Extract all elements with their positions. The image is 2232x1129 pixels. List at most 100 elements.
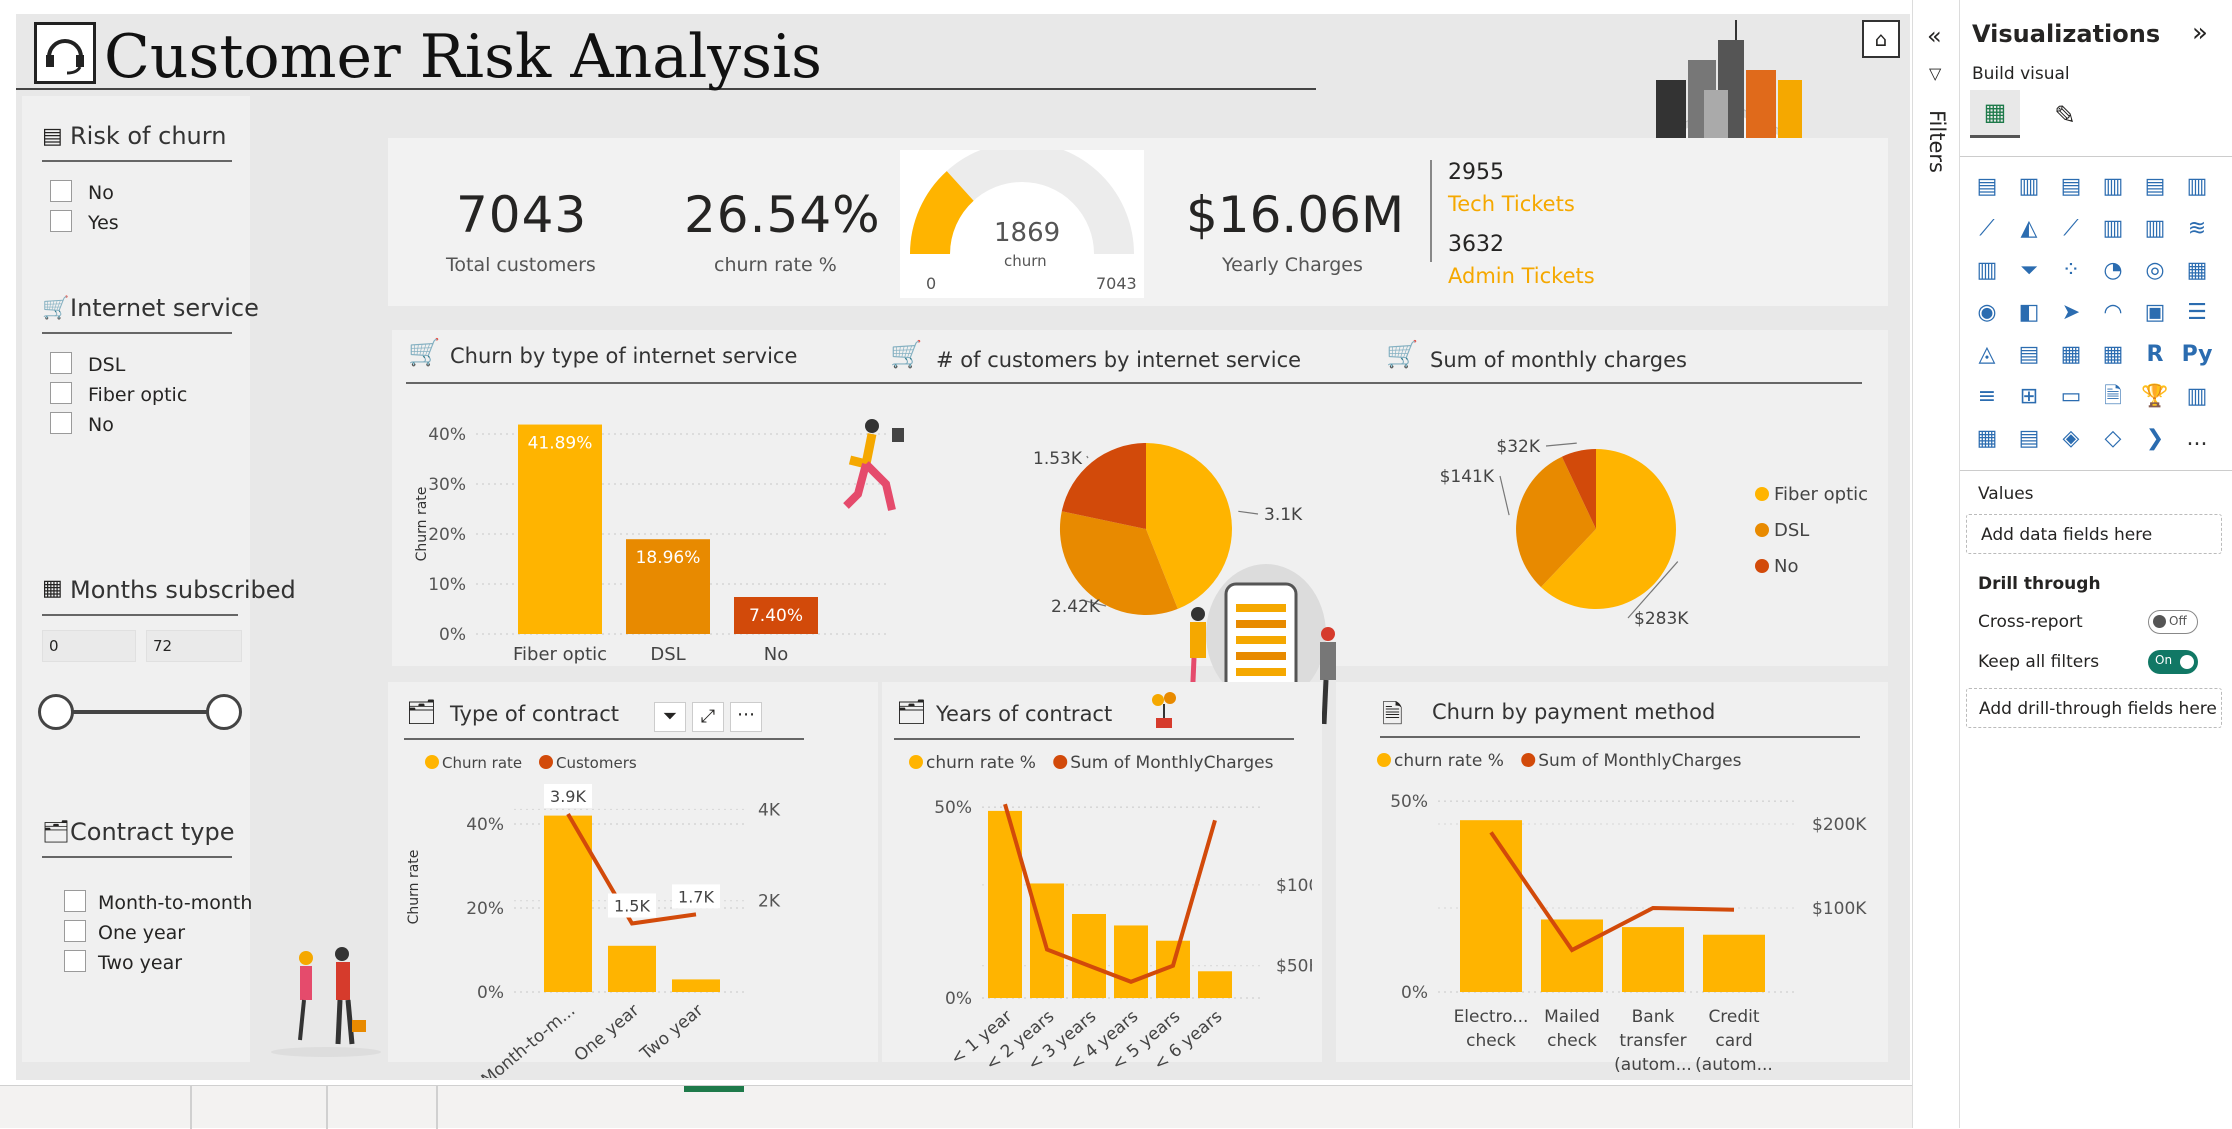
visual-type-icon[interactable]: ◎ (2138, 254, 2172, 288)
tech-tickets-label: Tech Tickets (1448, 192, 1575, 216)
visual-type-icon[interactable]: ⟋ (1970, 212, 2004, 246)
focus-mode-icon[interactable]: ⤢ (692, 702, 724, 732)
y-tick-label: 40% (466, 815, 504, 835)
keep-filters-toggle[interactable]: On (2148, 650, 2198, 674)
checkbox-one-year[interactable] (64, 920, 86, 942)
chart-title: Type of contract (450, 702, 620, 726)
format-visual-tab[interactable]: ✎ (2040, 96, 2090, 140)
visual-type-icon[interactable]: ▤ (2138, 170, 2172, 204)
visual-type-icon[interactable]: ◠ (2096, 296, 2130, 330)
page-tab[interactable] (326, 1086, 328, 1129)
x-tick-label: (autom... (1614, 1055, 1692, 1075)
visual-type-icon[interactable]: ⁘ (2054, 254, 2088, 288)
visual-type-icon[interactable]: 🏆 (2138, 380, 2172, 414)
visual-type-icon[interactable]: ◧ (2012, 296, 2046, 330)
add-drill-well[interactable]: Add drill-through fields here (1966, 688, 2222, 728)
slice-data-label: 3.1K (1264, 505, 1303, 525)
visual-type-icon[interactable]: Py (2180, 338, 2214, 372)
option-label: Month-to-month (98, 892, 253, 914)
visual-type-icon[interactable]: ▥ (2138, 212, 2172, 246)
visual-type-icon[interactable]: ▥ (2096, 212, 2130, 246)
more-options-icon[interactable]: ⋯ (730, 702, 762, 732)
visual-type-icon[interactable]: ▦ (2096, 338, 2130, 372)
visual-type-icon[interactable]: 🗎 (2096, 380, 2130, 414)
range-handle-min[interactable] (38, 694, 74, 730)
visual-type-icon[interactable]: ❯ (2138, 422, 2172, 456)
visual-type-icon[interactable]: ▤ (2054, 170, 2088, 204)
visual-type-icon[interactable]: ▦ (2054, 338, 2088, 372)
admin-tickets-value: 3632 (1448, 232, 1504, 257)
checkbox-month[interactable] (64, 890, 86, 912)
active-page-indicator[interactable] (684, 1086, 744, 1092)
page-tab[interactable] (190, 1086, 192, 1129)
visual-type-icon[interactable]: ☰ (2180, 296, 2214, 330)
visual-type-icon[interactable]: ▦ (1970, 422, 2004, 456)
chart-title: Churn by type of internet service (450, 344, 798, 368)
bar (1030, 883, 1064, 998)
visual-type-icon[interactable]: ◇ (2096, 422, 2130, 456)
visual-type-icon[interactable]: ▥ (2180, 170, 2214, 204)
y-tick-label: 40% (428, 425, 466, 445)
checkbox-fiber[interactable] (50, 382, 72, 404)
visual-type-icon[interactable]: R (2138, 338, 2172, 372)
visual-type-icon[interactable]: ▤ (2012, 338, 2046, 372)
checkbox-two-year[interactable] (64, 950, 86, 972)
add-fields-well[interactable]: Add data fields here (1966, 514, 2222, 554)
visual-type-icon[interactable]: ≡ (1970, 380, 2004, 414)
visual-type-icon[interactable]: ➤ (2054, 296, 2088, 330)
legend-marker (1755, 523, 1769, 537)
visual-type-icon[interactable]: ⟋ (2054, 212, 2088, 246)
visual-type-icon[interactable]: ◉ (1970, 296, 2004, 330)
page-tab[interactable] (436, 1086, 438, 1129)
checkbox-no[interactable] (50, 180, 72, 202)
cross-report-toggle[interactable]: Off (2148, 610, 2198, 634)
visual-type-icon[interactable]: ▥ (2180, 380, 2214, 414)
visual-type-icon[interactable]: ◬ (1970, 338, 2004, 372)
viz-title: Visualizations (1972, 20, 2161, 48)
filters-pane[interactable]: « ▽ Filters (1912, 0, 1960, 1128)
filter-visual-icon[interactable]: ⏷ (654, 702, 686, 732)
range-max-input[interactable]: 72 (146, 630, 242, 662)
range-min-input[interactable]: 0 (42, 630, 136, 662)
cart-icon: 🛒 (42, 296, 70, 321)
range-track[interactable] (56, 710, 224, 714)
people-illustration (266, 940, 386, 1060)
slice-data-label: 2.42K (1051, 597, 1101, 617)
checkbox-no-internet[interactable] (50, 412, 72, 434)
visual-type-icon[interactable]: ▤ (2012, 422, 2046, 456)
visual-type-icon[interactable]: ▦ (2180, 254, 2214, 288)
bar (672, 979, 720, 992)
visual-type-icon[interactable]: ◭ (2012, 212, 2046, 246)
checkbox-dsl[interactable] (50, 352, 72, 374)
checkbox-yes[interactable] (50, 210, 72, 232)
page-title: Customer Risk Analysis (104, 22, 822, 92)
legend-label: Sum of MonthlyCharges (1538, 751, 1741, 771)
gauge-max: 7043 (1096, 274, 1137, 293)
visual-type-icon[interactable]: ▣ (2138, 296, 2172, 330)
x-tick-label: card (1715, 1031, 1752, 1051)
expand-icon[interactable]: » (2192, 18, 2208, 48)
y2-tick-label: 4K (758, 800, 781, 820)
range-handle-max[interactable] (206, 694, 242, 730)
y-tick-label: 30% (428, 475, 466, 495)
toggle-knob (2180, 655, 2194, 669)
bar (1541, 919, 1603, 992)
visual-type-icon[interactable]: ▤ (1970, 170, 2004, 204)
filters-label[interactable]: Filters (1925, 110, 1949, 173)
collapse-icon[interactable]: « (1927, 22, 1942, 50)
visual-type-icon[interactable]: ⏷ (2012, 254, 2046, 288)
option-label: Fiber optic (88, 384, 188, 406)
visual-type-icon[interactable]: ◈ (2054, 422, 2088, 456)
filter-funnel-icon: ▽ (1929, 64, 1942, 83)
visual-type-icon[interactable]: ◔ (2096, 254, 2130, 288)
build-visual-tab[interactable]: ▦ (1970, 90, 2020, 138)
visual-type-icon[interactable]: ▥ (2096, 170, 2130, 204)
page-nav-icon[interactable]: ⌂ (1862, 20, 1900, 58)
visual-type-icon[interactable]: ⊞ (2012, 380, 2046, 414)
visual-type-icon[interactable]: ▥ (2012, 170, 2046, 204)
more-visuals-icon[interactable]: ... (2180, 422, 2214, 456)
visual-type-icon[interactable]: ≋ (2180, 212, 2214, 246)
visual-type-icon[interactable]: ▥ (1970, 254, 2004, 288)
visual-type-icon[interactable]: ▭ (2054, 380, 2088, 414)
x-tick-label: One year (571, 1001, 644, 1066)
